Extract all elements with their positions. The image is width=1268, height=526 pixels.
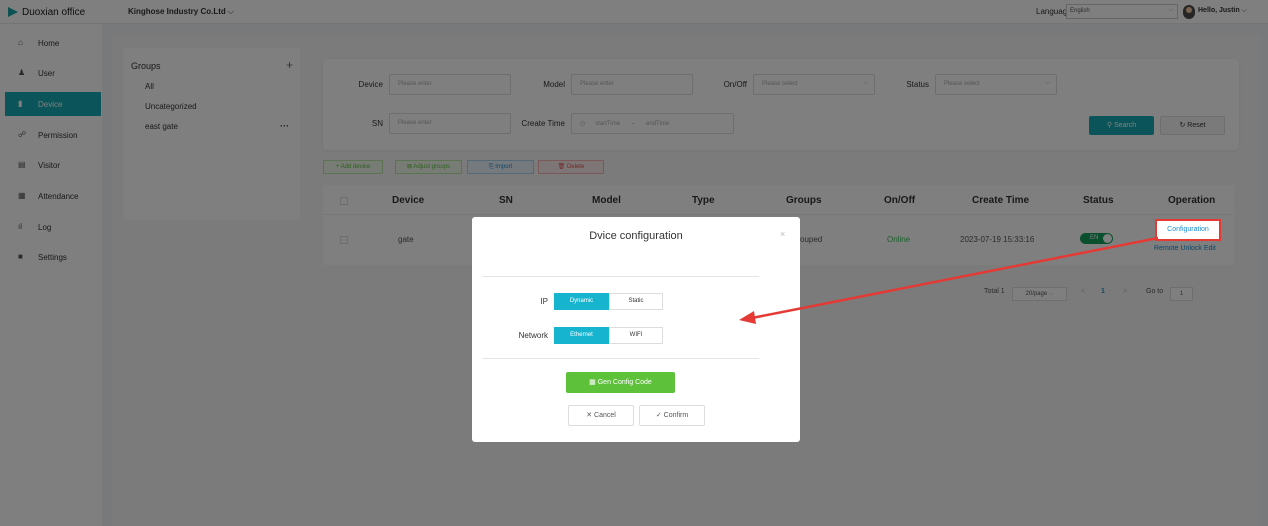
arrow-head <box>739 311 756 324</box>
annotation-arrow <box>739 236 1159 324</box>
arrow-line <box>751 236 1159 320</box>
